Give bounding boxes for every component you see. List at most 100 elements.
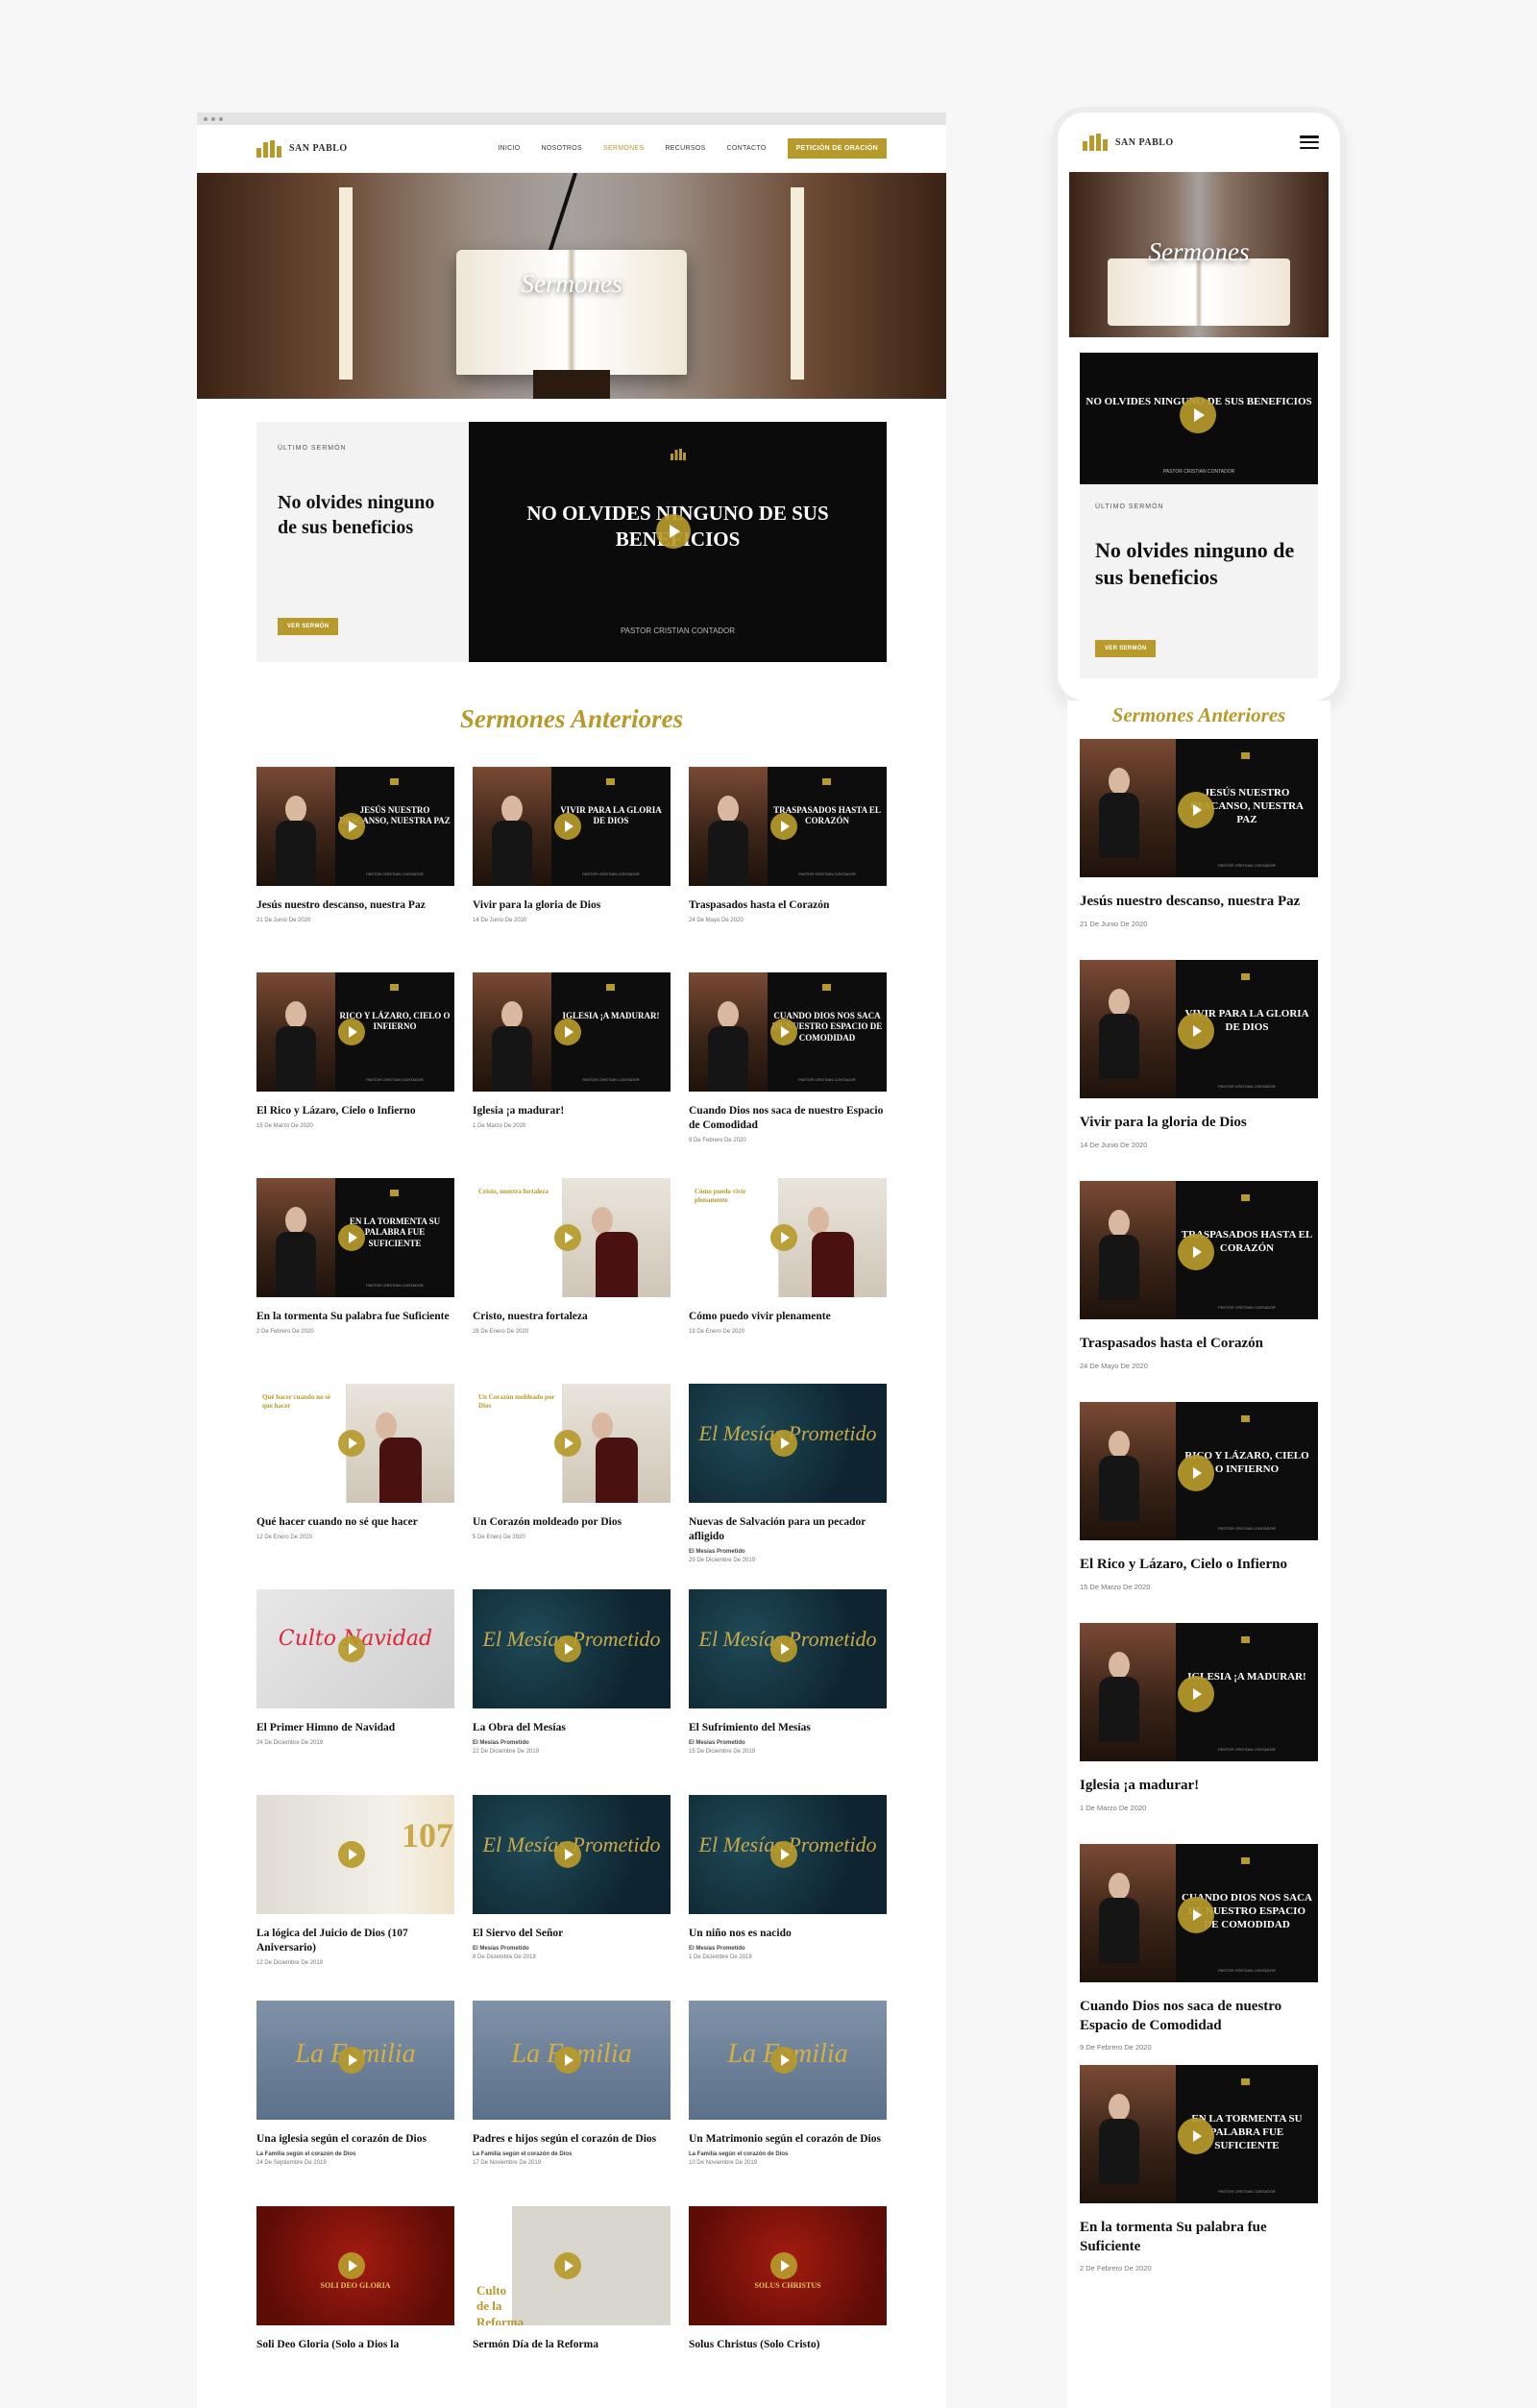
sermon-title[interactable]: Traspasados hasta el Corazón bbox=[1080, 1335, 1318, 1354]
sermon-card[interactable]: El Mesías Prometido El Sufrimiento del Me… bbox=[689, 1589, 887, 1795]
sermon-title[interactable]: Soli Deo Gloria (Solo a Dios la bbox=[256, 2338, 454, 2352]
sermon-thumbnail[interactable]: Cómo puedo vivir plenamente bbox=[689, 1178, 887, 1297]
sermon-card[interactable]: PASTOR CRISTIAN CONTADOR RICO Y LÁZARO, C… bbox=[256, 972, 454, 1178]
play-icon[interactable] bbox=[554, 1841, 581, 1868]
sermon-title[interactable]: Un Matrimonio según el corazón de Dios bbox=[689, 2132, 887, 2147]
sermon-card[interactable]: Cómo puedo vivir plenamente Cómo puedo vi… bbox=[689, 1178, 887, 1384]
sermon-thumbnail[interactable]: Culto de la Reforma bbox=[473, 2206, 671, 2325]
play-icon[interactable] bbox=[338, 2252, 365, 2279]
sermon-card[interactable]: La Familia Una iglesia según el corazón d… bbox=[256, 2001, 454, 2206]
sermon-card[interactable]: PASTOR CRISTIAN CONTADOR TRASPASADOS HAST… bbox=[1080, 1181, 1318, 1402]
sermon-thumbnail[interactable]: PASTOR CRISTIAN CONTADOR CUANDO DIOS NOS … bbox=[689, 972, 887, 1092]
sermon-card[interactable]: PASTOR CRISTIAN CONTADOR EN LA TORMENTA S… bbox=[256, 1178, 454, 1384]
sermon-title[interactable]: La lógica del Juicio de Dios (107 Aniver… bbox=[256, 1927, 454, 1955]
play-icon[interactable] bbox=[656, 514, 691, 549]
play-icon[interactable] bbox=[554, 1430, 581, 1457]
sermon-thumbnail[interactable]: PASTOR CRISTIAN CONTADOR IGLESIA ¡A MADUR… bbox=[1080, 1623, 1318, 1761]
sermon-title[interactable]: Jesús nuestro descanso, nuestra Paz bbox=[1080, 893, 1318, 912]
play-icon[interactable] bbox=[338, 1430, 365, 1457]
sermon-thumbnail[interactable]: El Mesías Prometido bbox=[473, 1795, 671, 1914]
sermon-title[interactable]: El Siervo del Señor bbox=[473, 1927, 671, 1941]
sermon-thumbnail[interactable]: PASTOR CRISTIAN CONTADOR VIVIR PARA LA GL… bbox=[1080, 960, 1318, 1098]
sermon-thumbnail[interactable]: PASTOR CRISTIAN CONTADOR TRASPASADOS HAST… bbox=[1080, 1181, 1318, 1319]
play-icon[interactable] bbox=[554, 1224, 581, 1251]
sermon-thumbnail[interactable]: Cristo, nuestra fortaleza bbox=[473, 1178, 671, 1297]
play-icon[interactable] bbox=[1178, 1234, 1214, 1270]
sermon-card[interactable]: PASTOR CRISTIAN CONTADOR VIVIR PARA LA GL… bbox=[473, 767, 671, 972]
sermon-title[interactable]: Sermón Día de la Reforma bbox=[473, 2338, 671, 2352]
nav-inicio[interactable]: INICIO bbox=[498, 145, 520, 152]
sermon-title[interactable]: Cristo, nuestra fortaleza bbox=[473, 1310, 671, 1324]
sermon-title[interactable]: El Primer Himno de Navidad bbox=[256, 1721, 454, 1735]
sermon-card[interactable]: El Mesías Prometido El Siervo del Señor El… bbox=[473, 1795, 671, 2001]
play-icon[interactable] bbox=[1178, 1455, 1214, 1491]
sermon-card[interactable]: SOLI DEO GLORIA Soli Deo Gloria (Solo a D… bbox=[256, 2206, 454, 2408]
sermon-card[interactable]: Culto de la Reforma Sermón Día de la Refo… bbox=[473, 2206, 671, 2408]
play-icon[interactable] bbox=[554, 1635, 581, 1662]
sermon-title[interactable]: Vivir para la gloria de Dios bbox=[1080, 1114, 1318, 1133]
sermon-card[interactable]: PASTOR CRISTIAN CONTADOR EN LA TORMENTA S… bbox=[1080, 2065, 1318, 2286]
play-icon[interactable] bbox=[770, 1430, 797, 1457]
latest-video[interactable]: NO OLVIDES NINGUNO DE SUS BENEFICIOS PAS… bbox=[1080, 353, 1318, 484]
sermon-thumbnail[interactable]: La Familia bbox=[689, 2001, 887, 2120]
sermon-title[interactable]: En la tormenta Su palabra fue Suficiente bbox=[1080, 2219, 1318, 2256]
sermon-thumbnail[interactable]: SOLI DEO GLORIA bbox=[256, 2206, 454, 2325]
nav-nosotros[interactable]: NOSOTROS bbox=[542, 145, 582, 152]
sermon-title[interactable]: Qué hacer cuando no sé que hacer bbox=[256, 1515, 454, 1530]
sermon-card[interactable]: PASTOR CRISTIAN CONTADOR CUANDO DIOS NOS … bbox=[689, 972, 887, 1178]
play-icon[interactable] bbox=[554, 2252, 581, 2279]
sermon-card[interactable]: El Mesías Prometido Un niño nos es nacido… bbox=[689, 1795, 887, 2001]
sermon-card[interactable]: PASTOR CRISTIAN CONTADOR CUANDO DIOS NOS … bbox=[1080, 1844, 1318, 2065]
sermon-card[interactable]: Culto Navidad El Primer Himno de Navidad 2… bbox=[256, 1589, 454, 1795]
sermon-card[interactable]: PASTOR CRISTIAN CONTADOR RICO Y LÁZARO, C… bbox=[1080, 1402, 1318, 1623]
sermon-title[interactable]: La Obra del Mesías bbox=[473, 1721, 671, 1735]
sermon-thumbnail[interactable]: PASTOR CRISTIAN CONTADOR EN LA TORMENTA S… bbox=[256, 1178, 454, 1297]
sermon-card[interactable]: El Mesías Prometido Nuevas de Salvación p… bbox=[689, 1384, 887, 1589]
sermon-thumbnail[interactable]: Un Corazón moldeado por Dios bbox=[473, 1384, 671, 1503]
latest-video[interactable]: NO OLVIDES NINGUNO DE SUS BENEFICIOS PAS… bbox=[469, 422, 887, 662]
sermon-title[interactable]: Un Corazón moldeado por Dios bbox=[473, 1515, 671, 1530]
play-icon[interactable] bbox=[1178, 1676, 1214, 1712]
sermon-thumbnail[interactable]: PASTOR CRISTIAN CONTADOR RICO Y LÁZARO, C… bbox=[1080, 1402, 1318, 1540]
sermon-card[interactable]: PASTOR CRISTIAN CONTADOR IGLESIA ¡A MADUR… bbox=[473, 972, 671, 1178]
play-icon[interactable] bbox=[338, 1019, 365, 1045]
play-icon[interactable] bbox=[554, 813, 581, 840]
sermon-thumbnail[interactable]: PASTOR CRISTIAN CONTADOR IGLESIA ¡A MADUR… bbox=[473, 972, 671, 1092]
sermon-thumbnail[interactable]: 107 bbox=[256, 1795, 454, 1914]
play-icon[interactable] bbox=[1178, 792, 1214, 828]
play-icon[interactable] bbox=[554, 2047, 581, 2074]
sermon-card[interactable]: La Familia Padres e hijos según el corazó… bbox=[473, 2001, 671, 2206]
sermon-card[interactable]: PASTOR CRISTIAN CONTADOR VIVIR PARA LA GL… bbox=[1080, 960, 1318, 1181]
sermon-thumbnail[interactable]: SOLUS CHRISTUS bbox=[689, 2206, 887, 2325]
nav-sermones[interactable]: SERMONES bbox=[603, 145, 644, 152]
play-icon[interactable] bbox=[338, 2047, 365, 2074]
play-icon[interactable] bbox=[770, 2047, 797, 2074]
sermon-title[interactable]: Cuando Dios nos saca de nuestro Espacio … bbox=[1080, 1998, 1318, 2035]
play-icon[interactable] bbox=[770, 1224, 797, 1251]
sermon-card[interactable]: El Mesías Prometido La Obra del Mesías El … bbox=[473, 1589, 671, 1795]
sermon-title[interactable]: Cómo puedo vivir plenamente bbox=[689, 1310, 887, 1324]
menu-icon[interactable] bbox=[1300, 135, 1319, 149]
play-icon[interactable] bbox=[338, 1224, 365, 1251]
sermon-thumbnail[interactable]: PASTOR CRISTIAN CONTADOR JESÚS NUESTRO DE… bbox=[1080, 739, 1318, 877]
play-icon[interactable] bbox=[554, 1019, 581, 1045]
sermon-title[interactable]: El Rico y Lázaro, Cielo o Infierno bbox=[256, 1104, 454, 1118]
sermon-card[interactable]: Qué hacer cuando no sé que hacer Qué hace… bbox=[256, 1384, 454, 1589]
sermon-card[interactable]: PASTOR CRISTIAN CONTADOR JESÚS NUESTRO DE… bbox=[1080, 739, 1318, 960]
sermon-card[interactable]: La Familia Un Matrimonio según el corazón… bbox=[689, 2001, 887, 2206]
sermon-card[interactable]: PASTOR CRISTIAN CONTADOR JESÚS NUESTRO DE… bbox=[256, 767, 454, 972]
view-sermon-button[interactable]: VER SERMÓN bbox=[1095, 640, 1157, 657]
play-icon[interactable] bbox=[1178, 2118, 1214, 2154]
sermon-card[interactable]: Un Corazón moldeado por Dios Un Corazón m… bbox=[473, 1384, 671, 1589]
sermon-title[interactable]: El Rico y Lázaro, Cielo o Infierno bbox=[1080, 1556, 1318, 1575]
view-sermon-button[interactable]: VER SERMÓN bbox=[278, 618, 339, 635]
sermon-thumbnail[interactable]: PASTOR CRISTIAN CONTADOR EN LA TORMENTA S… bbox=[1080, 2065, 1318, 2203]
sermon-card[interactable]: Cristo, nuestra fortaleza Cristo, nuestra… bbox=[473, 1178, 671, 1384]
play-icon[interactable] bbox=[770, 2252, 797, 2279]
site-logo[interactable]: SAN PABLO bbox=[256, 139, 348, 158]
play-icon[interactable] bbox=[770, 1019, 797, 1045]
sermon-thumbnail[interactable]: La Familia bbox=[473, 2001, 671, 2120]
site-logo[interactable]: SAN PABLO bbox=[1083, 134, 1174, 151]
play-icon[interactable] bbox=[338, 1635, 365, 1662]
nav-contacto[interactable]: CONTACTO bbox=[727, 145, 767, 152]
